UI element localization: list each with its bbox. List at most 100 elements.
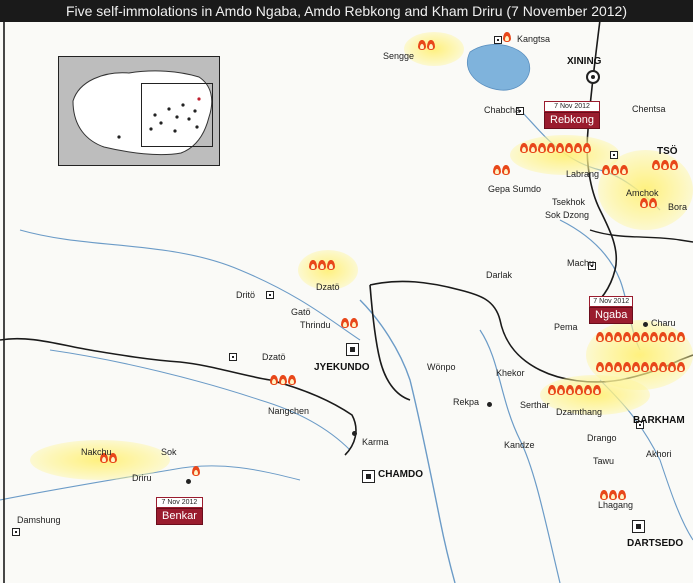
place-label: Chabcha: [484, 105, 521, 115]
place-label: Machu: [567, 258, 595, 268]
town-square-icon: [494, 36, 502, 44]
place-dot-icon: [643, 322, 648, 327]
callout-rebkong: 7 Nov 2012 Rebkong: [544, 101, 601, 129]
place-label: Driru: [132, 473, 152, 483]
flame-icon: [565, 143, 573, 153]
place-label: Gatö: [291, 307, 311, 317]
place-dot-icon: [352, 431, 357, 436]
flame-icon: [668, 332, 676, 342]
region-border: [369, 284, 411, 401]
place-label: Karma: [362, 437, 389, 447]
flame-icon: [327, 260, 335, 270]
place-dot-icon: [487, 402, 492, 407]
callout-date: 7 Nov 2012: [589, 296, 634, 307]
place-label: Rekpa: [453, 397, 480, 407]
region-border: [0, 337, 357, 456]
place-label-capital: BARKHAM: [633, 415, 685, 426]
place-label-capital: JYEKUNDO: [314, 362, 370, 373]
map-canvas[interactable]: Five self-immolations in Amdo Ngaba, Amd…: [0, 0, 693, 583]
place-label: Dzamthang: [556, 407, 603, 417]
place-label: Charu: [651, 318, 676, 328]
place-label: Dzatö: [316, 282, 340, 292]
flame-icon: [659, 362, 667, 372]
flame-icon: [270, 375, 278, 385]
place-label: Thrindu: [300, 320, 331, 330]
flame-icon: [192, 466, 200, 476]
place-label: Drango: [587, 433, 617, 443]
place-label: Khekor: [496, 368, 525, 378]
callout-ngaba: 7 Nov 2012 Ngaba: [589, 296, 634, 324]
place-label: Labrang: [566, 169, 600, 179]
region-border: [589, 229, 693, 243]
place-label: Darlak: [486, 270, 513, 280]
flame-icon: [557, 385, 565, 395]
flame-icon: [596, 332, 604, 342]
flame-icon: [503, 32, 511, 42]
place-label: Sok: [161, 447, 177, 457]
inset-focus-frame: [141, 83, 213, 147]
callout-date: 7 Nov 2012: [544, 101, 601, 112]
flame-icon: [620, 165, 628, 175]
place-label-capital: TSÖ: [657, 146, 678, 157]
flame-icon: [670, 160, 678, 170]
place-label: Gepa Sumdo: [488, 184, 542, 194]
map-title: Five self-immolations in Amdo Ngaba, Amd…: [0, 0, 693, 22]
flame-cluster: [341, 318, 358, 328]
flame-icon: [623, 332, 631, 342]
flame-icon: [583, 143, 591, 153]
flame-icon: [641, 362, 649, 372]
flame-icon: [661, 160, 669, 170]
flame-icon: [650, 332, 658, 342]
flame-icon: [318, 260, 326, 270]
flame-icon: [529, 143, 537, 153]
flame-icon: [614, 362, 622, 372]
flame-icon: [538, 143, 546, 153]
flame-cluster: [596, 332, 685, 342]
place-label: Tawu: [593, 456, 615, 466]
flame-icon: [584, 385, 592, 395]
place-label: Sok Dzong: [545, 210, 590, 220]
callout-place: Rebkong: [544, 112, 601, 129]
place-label: Chentsa: [632, 104, 666, 114]
place-label: Dzatö: [262, 352, 286, 362]
place-label: Amchok: [626, 188, 659, 198]
flame-icon: [609, 490, 617, 500]
place-label: Nangchen: [268, 406, 310, 416]
callout-place: Ngaba: [589, 307, 634, 324]
place-label: Lhagang: [598, 500, 634, 510]
town-square-icon: [229, 353, 237, 361]
place-label: Pema: [554, 322, 578, 332]
capital-circle-icon: [586, 70, 600, 84]
flame-icon: [502, 165, 510, 175]
flame-cluster: [640, 198, 657, 208]
flame-cluster: [602, 165, 628, 175]
inset-locator-map: [58, 56, 220, 166]
flame-icon: [596, 362, 604, 372]
flame-icon: [556, 143, 564, 153]
flame-icon: [605, 332, 613, 342]
place-label: Kangtsa: [517, 34, 551, 44]
flame-icon: [632, 332, 640, 342]
flame-icon: [649, 198, 657, 208]
flame-cluster: [520, 143, 591, 153]
place-label: Wönpo: [427, 362, 456, 372]
flame-icon: [640, 198, 648, 208]
flame-cluster: [600, 490, 626, 500]
callout-date: 7 Nov 2012: [156, 497, 203, 508]
place-label: Tsekhok: [552, 197, 586, 207]
place-label: Kandze: [504, 440, 535, 450]
flame-icon: [668, 362, 676, 372]
flame-icon: [574, 143, 582, 153]
flame-icon: [641, 332, 649, 342]
flame-cluster: [418, 40, 435, 50]
flame-icon: [547, 143, 555, 153]
place-label: Akhori: [646, 449, 672, 459]
flame-icon: [575, 385, 583, 395]
place-label-capital: DARTSEDO: [627, 538, 684, 549]
flame-icon: [350, 318, 358, 328]
flame-cluster: [548, 385, 601, 395]
flame-icon: [605, 362, 613, 372]
flame-icon: [677, 332, 685, 342]
place-label: Sengge: [383, 51, 415, 61]
city-square-icon: [632, 520, 645, 533]
